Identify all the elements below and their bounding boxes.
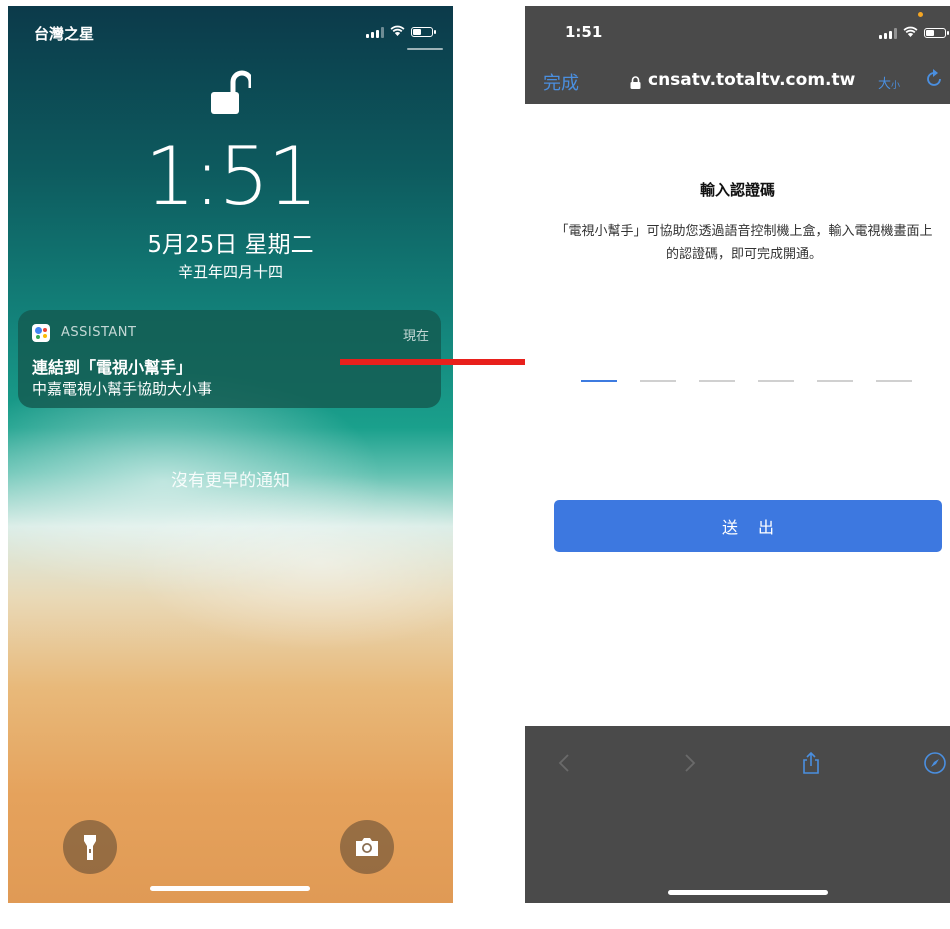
reload-icon	[927, 69, 941, 86]
home-indicator[interactable]	[668, 890, 828, 895]
browser-toolbar: 完成 cnsatv.totaltv.com.tw 大小	[525, 58, 950, 104]
notification-app-name: ASSISTANT	[61, 325, 137, 340]
page-title: 輸入認證碼	[699, 181, 775, 199]
battery-icon	[924, 28, 949, 38]
compass-icon	[924, 752, 946, 774]
address-bar[interactable]: cnsatv.totaltv.com.tw	[630, 70, 855, 90]
lock-screen-date: 5月25日 星期二	[147, 232, 314, 258]
submit-button[interactable]: 送出	[554, 500, 942, 552]
wifi-icon	[903, 26, 918, 40]
wifi-icon	[390, 25, 405, 39]
code-slot[interactable]	[876, 380, 912, 382]
share-button[interactable]	[799, 751, 823, 775]
status-bar: 1:51	[525, 6, 950, 58]
home-indicator[interactable]	[150, 886, 310, 891]
unlocked-padlock-icon	[211, 70, 254, 116]
flashlight-button[interactable]	[63, 820, 117, 874]
code-slot[interactable]	[640, 380, 676, 382]
notification-body: 中嘉電視小幫手協助大小事	[32, 380, 213, 398]
battery-icon	[411, 27, 436, 37]
no-older-notifications: 沒有更早的通知	[171, 471, 290, 491]
chevron-right-icon	[685, 754, 696, 772]
carrier-name: 台灣之星	[34, 25, 95, 43]
code-slot[interactable]	[699, 380, 735, 382]
reload-button[interactable]	[923, 68, 945, 90]
text-size-button[interactable]: 大小	[878, 73, 900, 92]
chevron-left-icon	[558, 754, 569, 772]
camera-icon	[356, 838, 378, 856]
google-assistant-icon	[32, 324, 50, 342]
status-bar: 台灣之星	[34, 23, 436, 43]
browser-bottom-toolbar	[525, 726, 950, 903]
back-button[interactable]	[553, 751, 577, 775]
text-size-large-label: 大	[878, 77, 892, 92]
mic-indicator-icon	[918, 12, 923, 17]
signal-icon	[366, 26, 384, 38]
lock-screen-clock: 1:51	[144, 130, 319, 223]
forward-button[interactable]	[677, 751, 701, 775]
share-icon	[803, 751, 819, 774]
code-slot[interactable]	[581, 380, 617, 382]
verification-code-input[interactable]	[581, 380, 912, 382]
code-slot[interactable]	[817, 380, 853, 382]
done-button[interactable]: 完成	[543, 69, 579, 95]
url-text: cnsatv.totaltv.com.tw	[648, 70, 856, 90]
flashlight-icon	[84, 835, 96, 860]
compass-button[interactable]	[923, 751, 947, 775]
notification-title: 連結到「電視小幫手」	[32, 358, 193, 377]
lock-icon	[630, 74, 641, 89]
page-description: 「電視小幫手」可協助您透過語音控制機上盒，輸入電視機畫面上的認證碼，即可完成開通…	[555, 224, 933, 262]
notification-time: 現在	[402, 329, 429, 344]
camera-button[interactable]	[340, 820, 394, 874]
browser-screen: 1:51 完成 cnsatv.totaltv.com.tw 大小 輸入認證碼 「…	[525, 6, 950, 903]
lunar-date: 辛丑年四月十四	[177, 263, 283, 281]
control-center-indicator[interactable]	[407, 48, 443, 50]
status-time: 1:51	[565, 23, 603, 41]
text-size-small-label: 小	[891, 81, 901, 91]
code-slot[interactable]	[758, 380, 794, 382]
signal-icon	[879, 27, 897, 39]
lock-screen: 台灣之星 1:51 5月25日 星期二 辛丑年四月十四 ASSISTANT 現在…	[8, 6, 453, 903]
